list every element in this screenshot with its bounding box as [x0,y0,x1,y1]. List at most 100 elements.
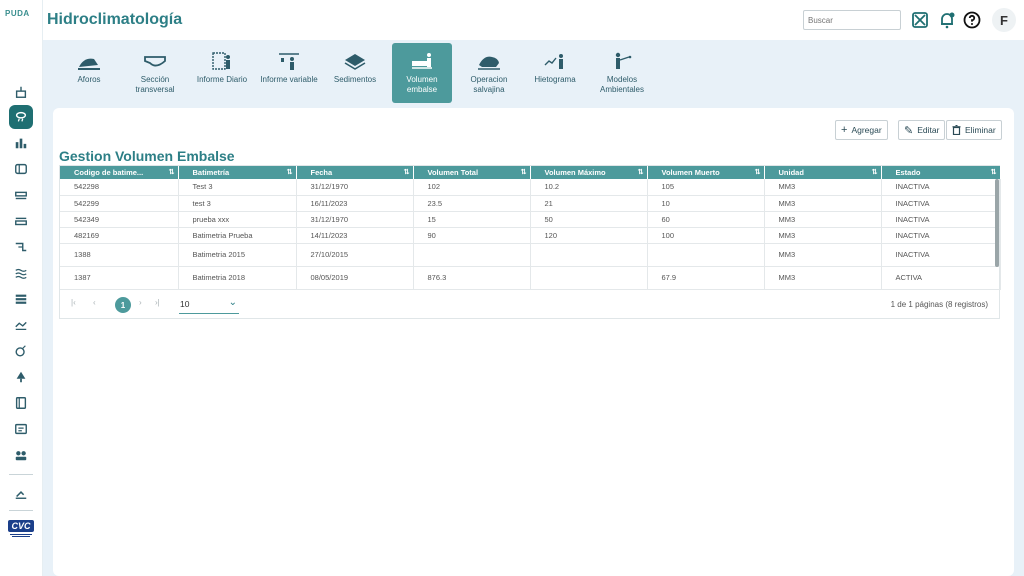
add-button[interactable]: + Agregar [835,120,888,140]
column-header-label: Fecha [310,168,333,177]
column-header[interactable]: Volumen Total [413,166,531,179]
app-logo: PUDA [5,9,30,18]
column-header[interactable]: Unidad [764,166,882,179]
sidebar-item-statistics[interactable] [9,131,33,155]
table-cell: 90 [413,227,531,244]
help-button[interactable] [961,9,983,31]
table-header-row: Codigo de batime... Batimetría Fecha Vol… [60,166,1001,179]
table-cell [647,243,765,267]
table-cell: 10.2 [530,179,648,196]
column-header-label: Volumen Total [427,168,479,177]
column-header[interactable]: Volumen Máximo [530,166,648,179]
sidebar-item-flows[interactable] [9,261,33,285]
sidebar-item-water-quality[interactable] [9,157,33,181]
lab-icon [15,163,27,175]
module-informe-variable[interactable]: Informe variable [259,43,319,103]
current-page-button[interactable]: 1 [115,297,131,313]
delete-button[interactable]: Eliminar [946,120,1002,140]
report-icon [15,423,27,435]
table-cell: 1388 [60,243,179,267]
station-icon [15,86,27,98]
module-aforos[interactable]: Aforos [59,43,119,103]
column-header[interactable]: Codigo de batime... [60,166,179,179]
prev-page-button[interactable]: ‹ [93,298,96,307]
table-scrollbar[interactable] [995,179,999,267]
table-row[interactable]: 542349 prueba xxx 31/12/1970 15 50 60 MM3 INACT… [60,211,1001,228]
module-hietograma[interactable]: Hietograma [525,43,585,103]
module-volumen-embalse[interactable]: Volumen embalse [392,43,452,103]
edit-button-label: Editar [917,125,940,135]
module-label: Volumen embalse [406,75,438,94]
sidebar-item-forest[interactable] [9,365,33,389]
table-cell: 60 [647,211,765,228]
sidebar-item-irrigation[interactable] [9,235,33,259]
table-row[interactable]: 542298 Test 3 31/12/1970 102 10.2 105 MM3 INACT… [60,179,1001,196]
tools-button[interactable] [909,9,931,31]
module-informe-diario[interactable]: Informe Diario [192,43,252,103]
sidebar-item-layers[interactable] [9,287,33,311]
next-page-button[interactable]: › [139,298,142,307]
user-avatar[interactable]: F [992,8,1016,32]
table-cell: 67.9 [647,266,765,290]
notifications-button[interactable] [936,9,958,31]
column-header[interactable]: Estado [881,166,1001,179]
sort-icon[interactable] [404,168,410,176]
module-modelos-ambientales[interactable]: Modelos Ambientales [592,43,652,103]
sort-icon[interactable] [755,168,761,176]
search-input[interactable] [803,10,901,30]
sidebar-item-reports[interactable] [9,417,33,441]
last-page-button[interactable]: ›| [155,298,160,307]
first-page-button[interactable]: |‹ [71,298,76,307]
sidebar-item-hydroclimatology[interactable] [9,105,33,129]
sort-icon[interactable] [638,168,644,176]
map-tools-icon [912,12,928,28]
cvc-logo-text: CVC [11,521,31,531]
column-header[interactable]: Volumen Muerto [647,166,765,179]
table-cell: 50 [530,211,648,228]
table-cell: INACTIVA [881,179,1001,196]
sidebar-item-admin[interactable] [9,481,33,505]
edit-button[interactable]: ✎ Editar [898,120,946,140]
table-cell: test 3 [178,195,297,212]
module-sedimentos[interactable]: Sedimentos [325,43,385,103]
table-row[interactable]: 482169 Batimetria Prueba 14/11/2023 90 120 10… [60,227,1001,244]
sidebar-item-channels[interactable] [9,209,33,233]
cloud-rain-icon [15,111,27,122]
sidebar-item-risk[interactable] [9,339,33,363]
module-operacion-salvajina[interactable]: Operacion salvajina [459,43,519,103]
waves-icon [15,268,27,279]
sidebar-divider [9,474,33,475]
pencil-icon: ✎ [904,124,914,137]
trash-icon [952,125,961,135]
module-label: Aforos [77,75,101,84]
sidebar-divider [9,510,33,511]
table-cell: 14/11/2023 [296,227,414,244]
sidebar-item-community[interactable] [9,443,33,467]
table-cell: MM3 [764,211,882,228]
column-header[interactable]: Fecha [296,166,414,179]
chevron-down-icon: ⌄ [228,297,237,308]
table-row[interactable]: 1388 Batimetria 2015 27/10/2015 MM3 INACTIVA [60,243,1001,267]
page-size-select[interactable]: 10 ⌄ [179,296,239,314]
module-seccion-transversal[interactable]: Sección transversal [125,43,185,103]
pagination-info: 1 de 1 páginas (8 registros) [890,300,988,309]
table-cell [413,243,531,267]
table-row[interactable]: 542299 test 3 16/11/2023 23.5 21 10 MM3 INACTIV… [60,195,1001,212]
column-header-label: Volumen Muerto [661,168,720,177]
sidebar-item-documents[interactable] [9,391,33,415]
table-cell: INACTIVA [881,211,1001,228]
tree-icon [16,371,26,383]
table-row[interactable]: 1387 Batimetria 2018 08/05/2019 876.3 67.9 MM… [60,266,1001,290]
table-cell: Test 3 [178,179,297,196]
sort-icon[interactable] [872,168,878,176]
sidebar-item-hydrometry[interactable] [9,80,33,104]
sort-icon[interactable] [287,168,293,176]
sort-icon[interactable] [991,168,997,176]
sidebar-item-infrastructure[interactable] [9,183,33,207]
layers-icon [15,294,27,304]
sidebar-item-permits[interactable] [9,313,33,337]
column-header[interactable]: Batimetría [178,166,297,179]
table-cell [530,266,648,290]
sort-icon[interactable] [169,168,175,176]
sort-icon[interactable] [521,168,527,176]
